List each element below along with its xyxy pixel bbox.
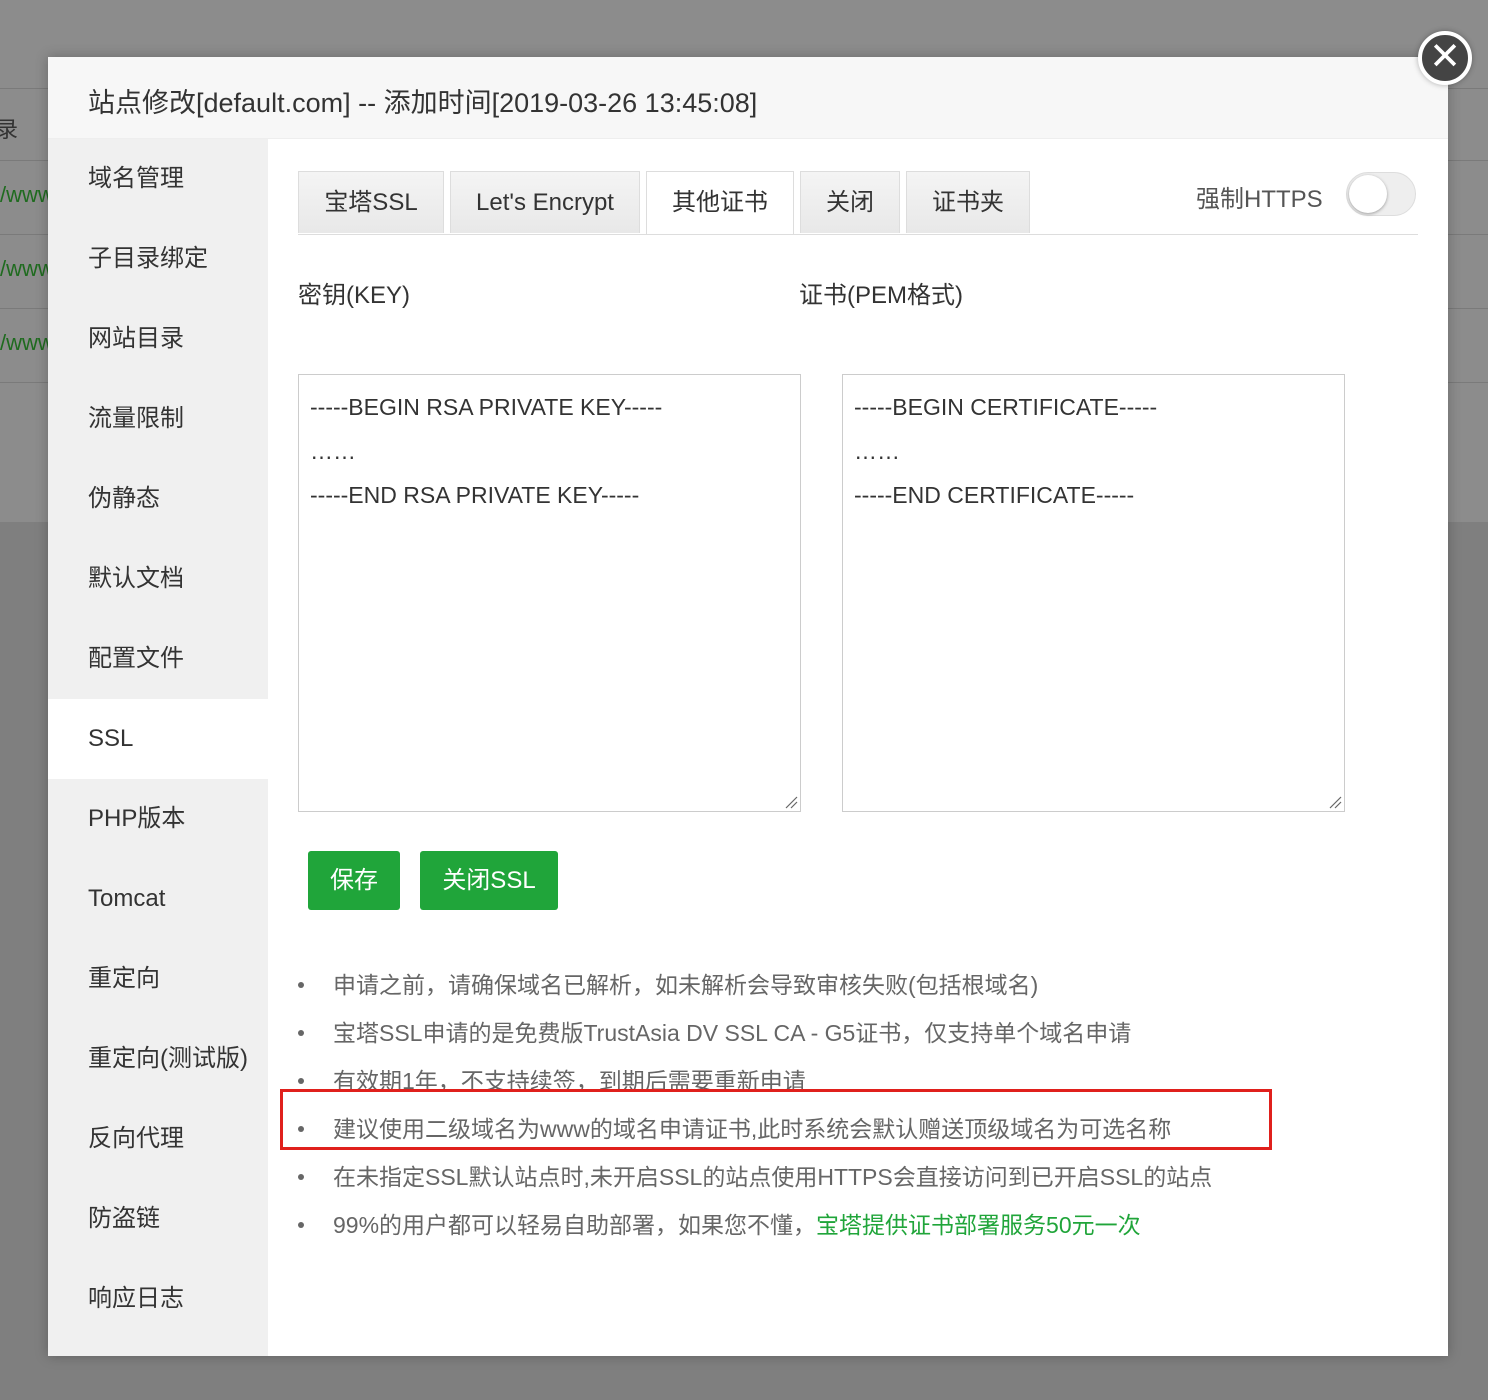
key-textarea[interactable]: -----BEGIN RSA PRIVATE KEY----- …… -----… — [298, 374, 801, 812]
tip-text: 99%的用户都可以轻易自助部署，如果您不懂， — [333, 1212, 817, 1238]
sidebar-item-ssl[interactable]: SSL — [48, 699, 268, 779]
sidebar-item-config-file[interactable]: 配置文件 — [48, 619, 268, 699]
bullet-icon — [298, 982, 304, 988]
bullet-icon — [298, 1078, 304, 1084]
tip-text: 在未指定SSL默认站点时,未开启SSL的站点使用HTTPS会直接访问到已开启SS… — [333, 1164, 1213, 1190]
background-header-text: 录 — [0, 117, 19, 142]
modal-sidebar: 域名管理 子目录绑定 网站目录 流量限制 伪静态 默认文档 配置文件 SSL P… — [48, 139, 268, 1356]
sidebar-item-redirect[interactable]: 重定向 — [48, 939, 268, 1019]
sidebar-item-subdir-binding[interactable]: 子目录绑定 — [48, 219, 268, 299]
sidebar-item-traffic-limit[interactable]: 流量限制 — [48, 379, 268, 459]
tip-item: 99%的用户都可以轻易自助部署，如果您不懂，宝塔提供证书部署服务50元一次 — [298, 1201, 1398, 1249]
modal-title: 站点修改[default.com] -- 添加时间[2019-03-26 13:… — [88, 88, 758, 118]
ssl-panel: 宝塔SSL Let's Encrypt 其他证书 关闭 证书夹 强制HTTPS … — [268, 139, 1448, 1356]
key-label: 密钥(KEY) — [298, 282, 411, 309]
cert-line: -----END CERTIFICATE----- — [854, 482, 1135, 508]
site-edit-modal: 站点修改[default.com] -- 添加时间[2019-03-26 13:… — [48, 57, 1448, 1356]
sidebar-item-reverse-proxy[interactable]: 反向代理 — [48, 1099, 268, 1179]
resize-handle-icon[interactable] — [1328, 795, 1342, 809]
tab-cert-folder[interactable]: 证书夹 — [906, 171, 1030, 233]
cert-textarea[interactable]: -----BEGIN CERTIFICATE----- …… -----END … — [842, 374, 1345, 812]
bullet-icon — [298, 1222, 304, 1228]
tip-text: 宝塔SSL申请的是免费版TrustAsia DV SSL CA - G5证书，仅… — [333, 1020, 1132, 1046]
tab-bt-ssl[interactable]: 宝塔SSL — [298, 171, 444, 233]
toggle-knob — [1349, 175, 1387, 213]
cert-line: -----BEGIN CERTIFICATE----- — [854, 394, 1158, 420]
sidebar-item-tomcat[interactable]: Tomcat — [48, 859, 268, 939]
tab-lets-encrypt[interactable]: Let's Encrypt — [450, 171, 640, 233]
cert-label: 证书(PEM格式) — [799, 282, 963, 309]
force-https-label: 强制HTTPS — [1196, 186, 1323, 213]
close-icon[interactable]: ✕ — [1418, 31, 1472, 85]
bullet-icon — [298, 1030, 304, 1036]
highlight-annotation — [280, 1089, 1272, 1150]
background-link: /www — [0, 182, 54, 207]
sidebar-item-redirect-beta[interactable]: 重定向(测试版) — [48, 1019, 268, 1099]
sidebar-item-rewrite[interactable]: 伪静态 — [48, 459, 268, 539]
sidebar-item-domain[interactable]: 域名管理 — [48, 139, 268, 219]
deploy-service-link[interactable]: 宝塔提供证书部署服务50元一次 — [816, 1212, 1141, 1238]
key-line: …… — [310, 438, 356, 464]
background-link: /www — [0, 256, 54, 281]
tab-other-cert[interactable]: 其他证书 — [646, 171, 794, 235]
sidebar-item-php-version[interactable]: PHP版本 — [48, 779, 268, 859]
tab-divider — [298, 234, 1418, 235]
tip-item: 申请之前，请确保域名已解析，如未解析会导致审核失败(包括根域名) — [298, 961, 1398, 1009]
sidebar-item-default-doc[interactable]: 默认文档 — [48, 539, 268, 619]
tip-item: 在未指定SSL默认站点时,未开启SSL的站点使用HTTPS会直接访问到已开启SS… — [298, 1153, 1398, 1201]
modal-header: 站点修改[default.com] -- 添加时间[2019-03-26 13:… — [48, 57, 1448, 139]
tip-text: 申请之前，请确保域名已解析，如未解析会导致审核失败(包括根域名) — [333, 972, 1039, 998]
key-line: -----END RSA PRIVATE KEY----- — [310, 482, 640, 508]
key-line: -----BEGIN RSA PRIVATE KEY----- — [310, 394, 663, 420]
tab-close[interactable]: 关闭 — [800, 171, 900, 233]
resize-handle-icon[interactable] — [784, 795, 798, 809]
sidebar-item-response-log[interactable]: 响应日志 — [48, 1259, 268, 1339]
tip-item: 宝塔SSL申请的是免费版TrustAsia DV SSL CA - G5证书，仅… — [298, 1009, 1398, 1057]
sidebar-item-site-directory[interactable]: 网站目录 — [48, 299, 268, 379]
background-link: /www — [0, 330, 54, 355]
sidebar-item-hotlink-protection[interactable]: 防盗链 — [48, 1179, 268, 1259]
cert-line: …… — [854, 438, 900, 464]
force-https-toggle[interactable] — [1346, 172, 1416, 216]
bullet-icon — [298, 1174, 304, 1180]
close-ssl-button[interactable]: 关闭SSL — [420, 851, 558, 910]
save-button[interactable]: 保存 — [308, 851, 400, 910]
